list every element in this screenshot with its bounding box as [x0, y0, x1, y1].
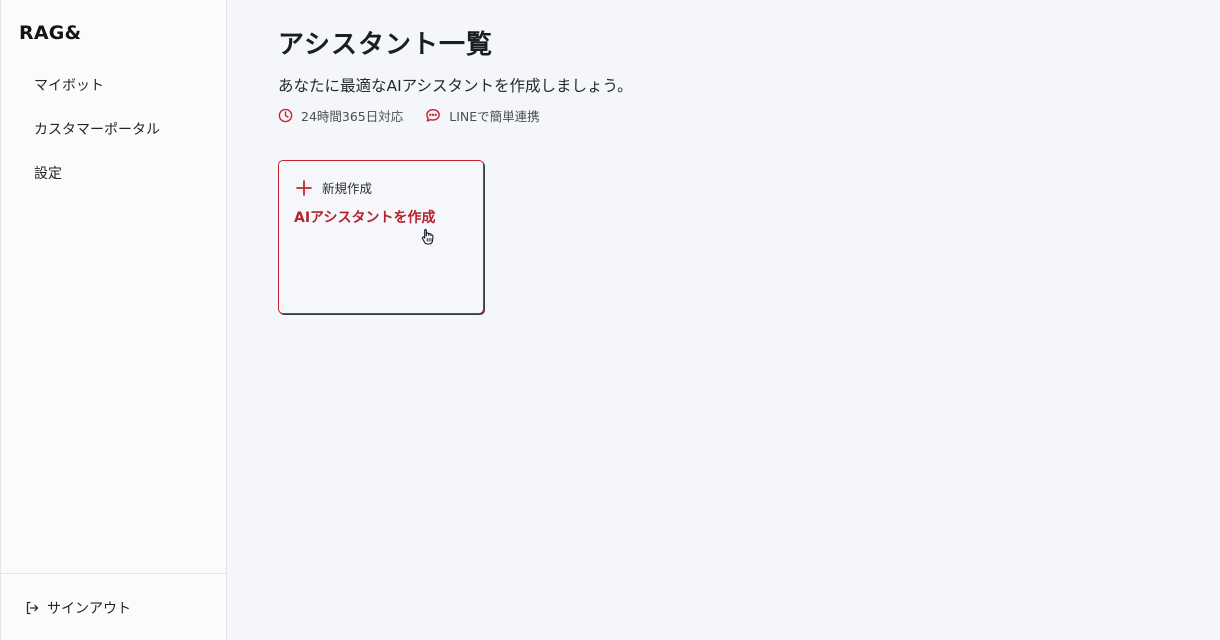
feature-list: 24時間365日対応 LINEで簡単連携 — [278, 106, 540, 125]
sign-out-icon — [25, 601, 39, 615]
sidebar-nav: マイボット カスタマーポータル 設定 — [1, 66, 226, 198]
page-description: あなたに最適なAIアシスタントを作成しましょう。 — [278, 77, 633, 95]
feature-item-line: LINEで簡単連携 — [425, 106, 540, 125]
clock-icon — [278, 108, 293, 123]
new-tag-label: 新規作成 — [322, 181, 373, 196]
card-header: 新規作成 — [295, 178, 372, 197]
sidebar-item-settings[interactable]: 設定 — [1, 154, 226, 198]
feature-label-line: LINEで簡単連携 — [449, 109, 540, 124]
create-assistant-title: AIアシスタントを作成 — [294, 210, 436, 226]
hand-pointer-icon — [421, 228, 435, 246]
page-title: アシスタント一覧 — [278, 30, 493, 60]
sign-out-label: サインアウト — [47, 601, 131, 617]
main-content: アシスタント一覧 あなたに最適なAIアシスタントを作成しましょう。 24時間36… — [227, 0, 1220, 640]
app-root: RAG& マイボット カスタマーポータル 設定 サインアウト アシスタント一覧 … — [0, 0, 1220, 640]
brand-logo[interactable]: RAG& — [19, 22, 81, 44]
sidebar: RAG& マイボット カスタマーポータル 設定 サインアウト — [0, 0, 227, 640]
sidebar-footer: サインアウト — [1, 573, 226, 640]
sidebar-item-customer-portal[interactable]: カスタマーポータル — [1, 110, 226, 154]
create-assistant-card[interactable]: 新規作成 AIアシスタントを作成 — [278, 160, 484, 314]
sidebar-item-my-bots[interactable]: マイボット — [1, 66, 226, 110]
chat-bubble-icon — [425, 108, 441, 123]
sign-out-button[interactable]: サインアウト — [25, 598, 131, 618]
feature-label-support: 24時間365日対応 — [301, 109, 404, 124]
feature-item-support: 24時間365日対応 — [278, 106, 403, 125]
plus-icon — [295, 179, 313, 197]
